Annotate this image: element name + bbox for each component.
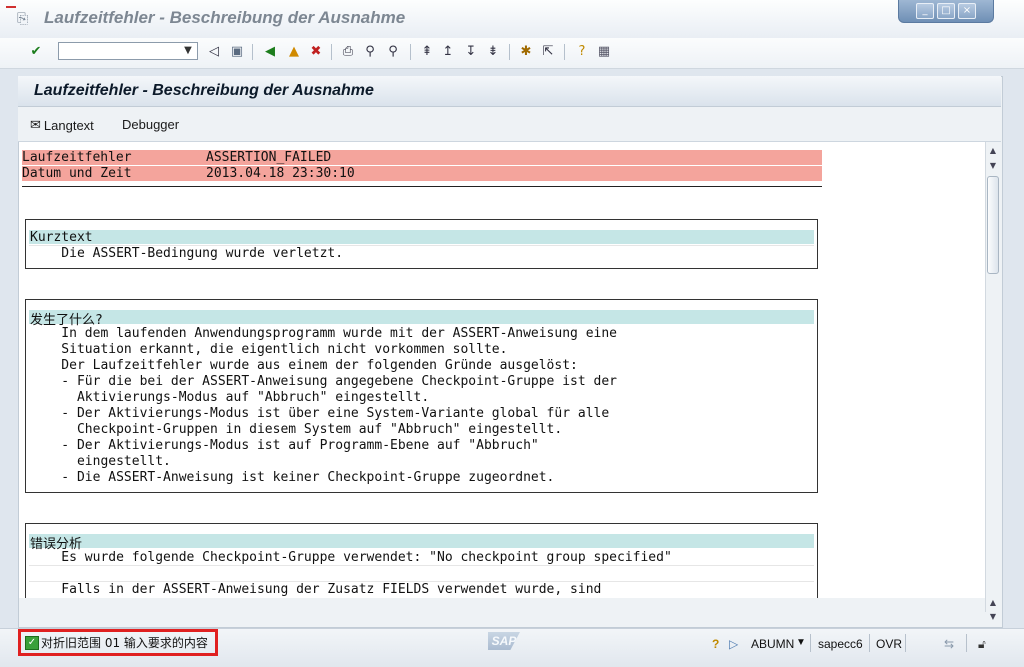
section-what-happened: 发生了什么? In dem laufenden Anwendungsprogra…: [25, 299, 818, 493]
scrollbar-thumb[interactable]: [987, 176, 999, 274]
toolbar-separator: [410, 44, 411, 60]
window-accent: [6, 6, 16, 8]
user-name: ABUMN: [751, 637, 795, 651]
save-icon[interactable]: ▣: [229, 44, 245, 60]
section-error-analysis: 错误分析 Es wurde folgende Checkpoint-Gruppe…: [25, 523, 818, 598]
new-session-icon[interactable]: ✱: [518, 44, 534, 60]
header-label: Laufzeitfehler: [22, 150, 132, 165]
last-page-icon[interactable]: ⇟: [485, 44, 501, 60]
section-line: - Die ASSERT-Anweisung ist keiner Checkp…: [30, 470, 555, 485]
dump-content: Laufzeitfehler ASSERTION_FAILED Datum un…: [19, 142, 985, 598]
window-title: Laufzeitfehler - Beschreibung der Ausnah…: [44, 8, 406, 27]
section-line: - Der Aktivierungs-Modus ist über eine S…: [30, 406, 610, 421]
section-line: Checkpoint-Gruppen in diesem System auf …: [30, 422, 563, 437]
cancel-icon[interactable]: ✖: [308, 44, 324, 60]
back-green-icon[interactable]: ◀: [262, 44, 278, 60]
toolbar-separator: [564, 44, 565, 60]
status-separator: [905, 634, 906, 652]
exit-icon[interactable]: ▲: [286, 44, 302, 60]
scroll-page-up-icon[interactable]: ▼: [987, 161, 999, 171]
header-value: 2013.04.18 23:30:10: [206, 166, 355, 181]
insert-mode: OVR: [876, 637, 903, 651]
minimize-button[interactable]: _: [916, 3, 934, 19]
status-separator: [869, 634, 870, 652]
find-next-icon[interactable]: ⚲: [385, 44, 401, 60]
command-field[interactable]: [58, 42, 198, 60]
command-dropdown-icon[interactable]: ▼: [180, 43, 196, 59]
window-menu-icon[interactable]: ⎘: [17, 11, 33, 27]
divider: [22, 186, 822, 187]
header-label: Datum und Zeit: [22, 166, 132, 181]
debugger-button[interactable]: Debugger: [122, 116, 179, 134]
section-line: Es wurde folgende Checkpoint-Gruppe verw…: [30, 550, 672, 565]
row-line: [29, 565, 814, 566]
layout-icon[interactable]: ▦: [596, 44, 612, 60]
status-message[interactable]: 对折旧范围 01 输入要求的内容: [41, 634, 208, 651]
close-button[interactable]: ×: [958, 3, 976, 19]
scroll-text-icon: ✉: [30, 117, 41, 132]
status-help-icon[interactable]: ?: [712, 637, 719, 651]
connection-icon: ⇆: [944, 637, 955, 651]
header-value: ASSERTION_FAILED: [206, 150, 332, 165]
section-heading-bar: [29, 534, 814, 548]
section-line: eingestellt.: [30, 454, 171, 469]
langtext-label: Langtext: [43, 117, 94, 133]
section-line: - Für die bei der ASSERT-Anweisung angeg…: [30, 374, 617, 389]
back-icon[interactable]: ◁: [206, 44, 222, 60]
next-page-icon[interactable]: ↧: [463, 44, 479, 60]
print-icon[interactable]: ⎙: [340, 44, 356, 60]
lock-icon[interactable]: 🔓︎: [978, 637, 986, 652]
first-page-icon[interactable]: ⇞: [419, 44, 435, 60]
window-controls: _ □ ×: [898, 0, 994, 23]
section-line: - Der Aktivierungs-Modus ist auf Program…: [30, 438, 539, 453]
section-line: Der Laufzeitfehler wurde aus einem der f…: [30, 358, 578, 373]
header-row: [22, 166, 822, 181]
toolbar-separator: [252, 44, 253, 60]
section-line: Aktivierungs-Modus auf "Abbruch" eingest…: [30, 390, 430, 405]
status-separator: [810, 634, 811, 652]
scroll-page-down-icon[interactable]: ▲: [987, 598, 999, 608]
scroll-down-icon[interactable]: ▼: [987, 612, 999, 622]
section-line: Situation erkannt, die eigentlich nicht …: [30, 342, 508, 357]
scroll-up-icon[interactable]: ▲: [987, 146, 999, 156]
system-name: sapecc6: [818, 637, 863, 651]
section-heading: Kurztext: [30, 230, 93, 245]
screen-title: Laufzeitfehler - Beschreibung der Ausnah…: [34, 82, 374, 99]
header-row: [22, 150, 822, 165]
maximize-button[interactable]: □: [937, 3, 955, 19]
user-dropdown-icon[interactable]: ▼: [796, 637, 806, 648]
success-check-icon: ✓: [25, 636, 39, 650]
status-toggle-icon[interactable]: ▷: [729, 637, 738, 651]
prev-page-icon[interactable]: ↥: [440, 44, 456, 60]
help-icon[interactable]: ?: [574, 44, 590, 60]
section-line: Falls in der ASSERT-Anweisung der Zusatz…: [30, 582, 602, 597]
section-heading-bar: [29, 230, 814, 244]
section-line: In dem laufenden Anwendungsprogramm wurd…: [30, 326, 617, 341]
section-line: Die ASSERT-Bedingung wurde verletzt.: [30, 246, 344, 261]
shortcut-icon[interactable]: ⇱: [540, 44, 556, 60]
langtext-button[interactable]: ✉ Langtext: [30, 116, 94, 134]
status-separator: [966, 634, 967, 652]
toolbar-separator: [509, 44, 510, 60]
section-kurztext: Kurztext Die ASSERT-Bedingung wurde verl…: [25, 219, 818, 269]
section-heading-bar: [29, 310, 814, 324]
enter-icon[interactable]: ✔: [28, 44, 44, 60]
toolbar-separator: [331, 44, 332, 60]
find-icon[interactable]: ⚲: [362, 44, 378, 60]
